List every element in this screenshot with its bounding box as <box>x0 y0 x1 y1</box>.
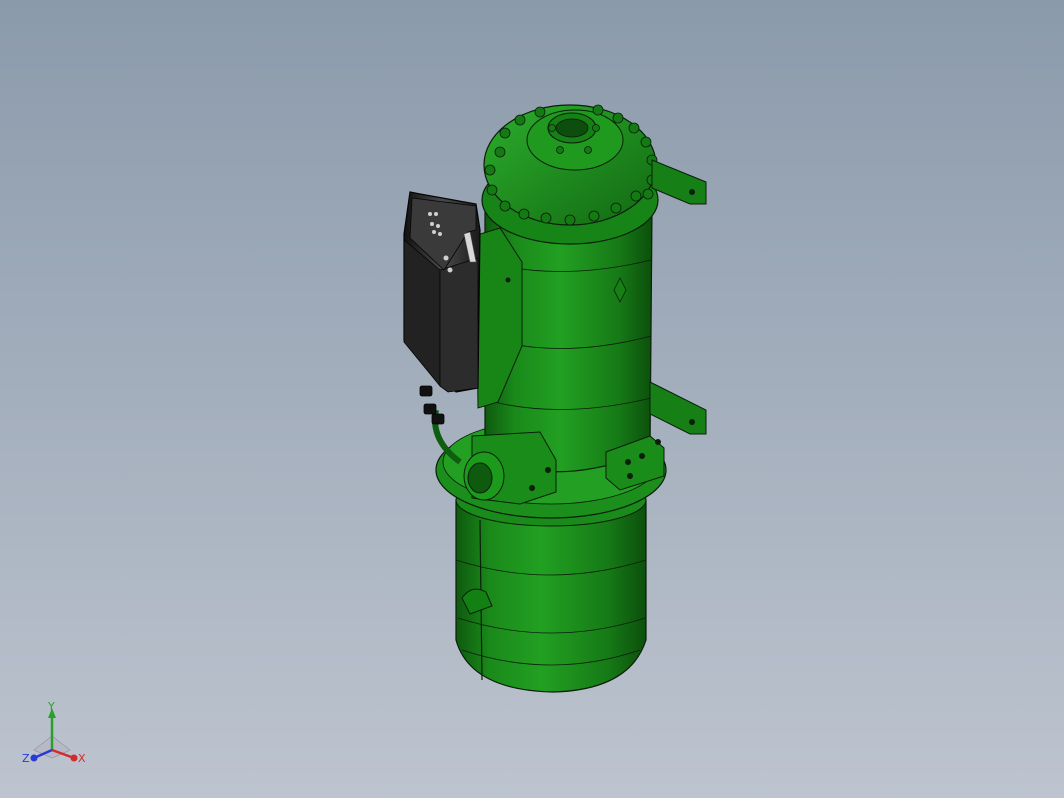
x-axis-arrow <box>70 754 78 762</box>
graphics-viewport[interactable]: Y X Z <box>0 0 1064 798</box>
z-axis-label: Z <box>22 752 30 765</box>
suction-port <box>463 431 557 505</box>
cable-glands <box>419 385 445 425</box>
orientation-triad: Y X Z <box>22 700 86 765</box>
y-axis-label: Y <box>47 700 55 713</box>
terminal-box <box>403 191 481 425</box>
top-cover <box>481 104 659 245</box>
x-axis-label: X <box>78 752 86 765</box>
mounting-bracket-lower <box>649 381 707 435</box>
z-axis-arrow <box>30 754 38 762</box>
mounting-bracket-upper <box>651 159 707 205</box>
compressor-3d-model[interactable] <box>0 0 1064 798</box>
